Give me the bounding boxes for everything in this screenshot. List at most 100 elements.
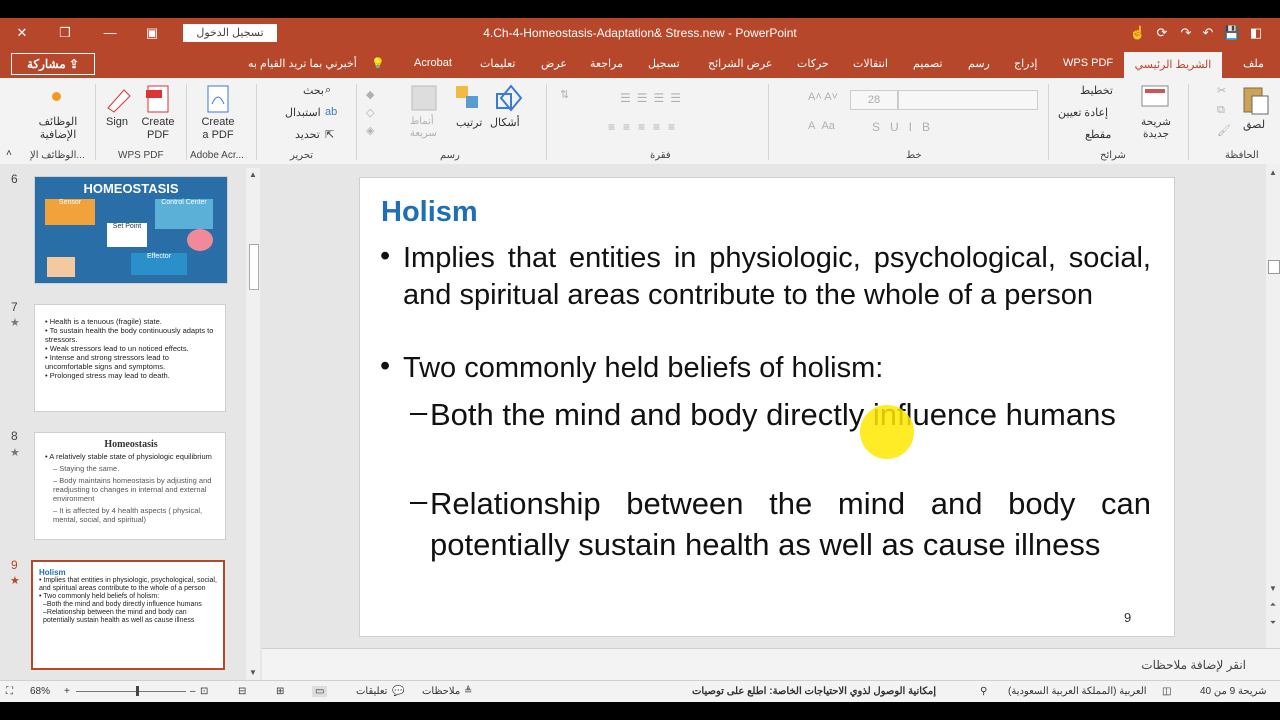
- tab-file[interactable]: ملف: [1243, 57, 1264, 70]
- copy-icon[interactable]: ⧉: [1217, 104, 1225, 117]
- tab-home[interactable]: الشريط الرئيسي: [1124, 52, 1222, 78]
- tab-insert[interactable]: إدراج: [1014, 57, 1037, 70]
- adobe-create-label[interactable]: Create a PDF: [198, 116, 238, 142]
- zoom-in-icon[interactable]: +: [64, 686, 70, 697]
- select-button[interactable]: تحديد: [295, 128, 320, 141]
- fit-slide-icon[interactable]: ⛶: [6, 686, 13, 697]
- layout-button[interactable]: تخطيط: [1080, 84, 1113, 97]
- wps-create-label[interactable]: Create PDF: [140, 116, 176, 142]
- slideshow-view-icon[interactable]: ⊡: [200, 686, 208, 697]
- sign-label[interactable]: Sign: [106, 116, 128, 128]
- cut-icon[interactable]: ✂: [1217, 84, 1226, 97]
- subbullet-text[interactable]: Both the mind and body directly influenc…: [430, 394, 1151, 435]
- find-button[interactable]: بحث: [303, 84, 324, 97]
- format-painter-icon[interactable]: 🖌: [1217, 124, 1231, 137]
- slide-title[interactable]: Holism: [381, 196, 478, 229]
- wps-create-pdf-icon[interactable]: [144, 84, 172, 114]
- align-icons[interactable]: ≡≡≡≡≡: [608, 120, 683, 134]
- zoom-out-icon[interactable]: –: [190, 686, 196, 697]
- touch-mode-icon[interactable]: ☝: [1128, 24, 1148, 42]
- font-format-icons[interactable]: S U I B: [872, 120, 930, 134]
- arrange-icon[interactable]: [454, 84, 482, 112]
- adobe-pdf-icon[interactable]: [204, 84, 232, 114]
- accessibility-icon: ⚲: [980, 686, 988, 697]
- shapes-icon[interactable]: [493, 84, 523, 114]
- tab-view[interactable]: عرض: [541, 57, 567, 70]
- thumbnail-slide-7[interactable]: • Health is a tenuous (fragile) state. •…: [34, 304, 226, 412]
- refresh-icon[interactable]: ⟳: [1152, 24, 1172, 42]
- zoom-level[interactable]: 68%: [30, 686, 50, 697]
- tab-design[interactable]: تصميم: [913, 57, 943, 70]
- quick-styles-icon[interactable]: [410, 84, 438, 112]
- next-slide-icon[interactable]: ⏷: [1267, 618, 1279, 628]
- scroll-down-icon[interactable]: ▼: [1267, 584, 1279, 593]
- save-icon[interactable]: 💾: [1222, 24, 1242, 42]
- editor-scrollbar[interactable]: ▲ ▼ ⏶ ⏷: [1266, 164, 1280, 648]
- redo-icon[interactable]: ↷: [1176, 24, 1196, 42]
- share-button[interactable]: مشاركة ⇪: [11, 53, 95, 75]
- addins-icon[interactable]: [52, 92, 61, 101]
- bullet-text[interactable]: Two commonly held beliefs of holism:: [403, 350, 1151, 387]
- tab-transitions[interactable]: انتقالات: [853, 57, 888, 70]
- tab-help[interactable]: تعليمات: [480, 57, 515, 70]
- reset-button[interactable]: إعادة تعيين: [1058, 106, 1108, 119]
- language-status[interactable]: العربية (المملكة العربية السعودية): [1008, 686, 1147, 697]
- list-icons[interactable]: ☰☰☰☰: [620, 91, 687, 105]
- reading-view-icon[interactable]: ⊟: [238, 686, 246, 697]
- paste-icon[interactable]: [1240, 84, 1270, 116]
- grow-font-icon[interactable]: A˄ A˅: [808, 91, 838, 103]
- zoom-slider[interactable]: [76, 691, 186, 692]
- thumbnail-slide-9[interactable]: Holism • Implies that entities in physio…: [31, 560, 225, 670]
- text-direction-icon[interactable]: ⇅: [560, 88, 569, 101]
- scroll-up-icon[interactable]: ▲: [247, 170, 259, 179]
- comments-button[interactable]: تعليقات: [356, 686, 387, 697]
- thumb-line: • Two commonly held beliefs of holism:: [39, 593, 160, 600]
- notes-button[interactable]: ملاحظات: [422, 686, 460, 697]
- prev-slide-icon[interactable]: ⏶: [1267, 600, 1279, 610]
- collapse-ribbon-icon[interactable]: ˄: [6, 148, 12, 159]
- current-slide[interactable]: Holism • Implies that entities in physio…: [359, 177, 1175, 637]
- scroll-thumb[interactable]: [1268, 260, 1280, 274]
- editing-group-label: تحرير: [290, 150, 314, 161]
- font-color-icon[interactable]: A Aa: [808, 120, 835, 132]
- notes-icon: ≜: [464, 686, 473, 697]
- scroll-thumb[interactable]: [249, 244, 259, 290]
- shape-fill-icons[interactable]: ◆ ◇ ◈: [366, 86, 374, 140]
- replace-button[interactable]: استبدال: [285, 106, 321, 119]
- scroll-down-icon[interactable]: ▼: [247, 668, 259, 677]
- thumb-number: 6: [11, 172, 18, 186]
- bullet-text[interactable]: Implies that entities in physiologic, ps…: [403, 240, 1151, 313]
- tab-acrobat[interactable]: Acrobat: [414, 57, 452, 69]
- tab-slideshow[interactable]: عرض الشرائح: [708, 57, 773, 70]
- undo-icon[interactable]: ↶: [1198, 24, 1218, 42]
- font-size-select[interactable]: 28: [850, 90, 898, 110]
- new-slide-icon[interactable]: [1140, 84, 1170, 110]
- thumb-control-box: Control Center: [155, 199, 213, 229]
- font-name-select[interactable]: [898, 90, 1038, 110]
- tellme-input[interactable]: أخبرني بما تريد القيام به: [248, 57, 357, 70]
- tab-draw[interactable]: رسم: [968, 57, 990, 70]
- subbullet-text[interactable]: Relationship between the mind and body c…: [430, 483, 1151, 565]
- thumbnail-slide-8[interactable]: Homeostasis • A relatively stable state …: [34, 432, 226, 540]
- tab-animations[interactable]: حركات: [797, 57, 829, 70]
- thumbnail-slide-6[interactable]: HOMEOSTASIS Sensor Control Center Set Po…: [34, 176, 228, 284]
- zoom-slider-thumb[interactable]: [136, 686, 139, 696]
- status-bar: ⛶ 68% + – ⊡ ⊟ ⊞ ▭ تعليقات 💬 ملاحظات ≜ إم…: [0, 680, 1280, 703]
- new-slide-label[interactable]: شريحة جديدة: [1136, 116, 1176, 140]
- tab-review[interactable]: مراجعة: [590, 57, 623, 70]
- sorter-view-icon[interactable]: ⊞: [276, 686, 284, 697]
- thumb-number: 8: [11, 429, 18, 443]
- star-icon: ★: [10, 575, 20, 587]
- thumb-sensor-box: Sensor: [45, 199, 95, 225]
- section-button[interactable]: مقطع: [1085, 128, 1111, 141]
- thumbnail-scrollbar[interactable]: ▲ ▼: [246, 168, 260, 680]
- scroll-up-icon[interactable]: ▲: [1267, 168, 1279, 177]
- autosave-icon[interactable]: ◧: [1246, 24, 1266, 42]
- normal-view-icon[interactable]: ▭: [312, 686, 328, 697]
- tab-wps-pdf[interactable]: WPS PDF: [1063, 57, 1113, 69]
- notes-pane[interactable]: انقر لإضافة ملاحظات: [262, 648, 1280, 681]
- accessibility-status[interactable]: إمكانية الوصول لذوي الاحتياجات الخاصة: ا…: [692, 686, 936, 697]
- addins-label[interactable]: الوظائف الإضافية: [30, 116, 86, 142]
- sign-icon[interactable]: [104, 84, 132, 114]
- tab-record[interactable]: تسجيل: [648, 57, 680, 70]
